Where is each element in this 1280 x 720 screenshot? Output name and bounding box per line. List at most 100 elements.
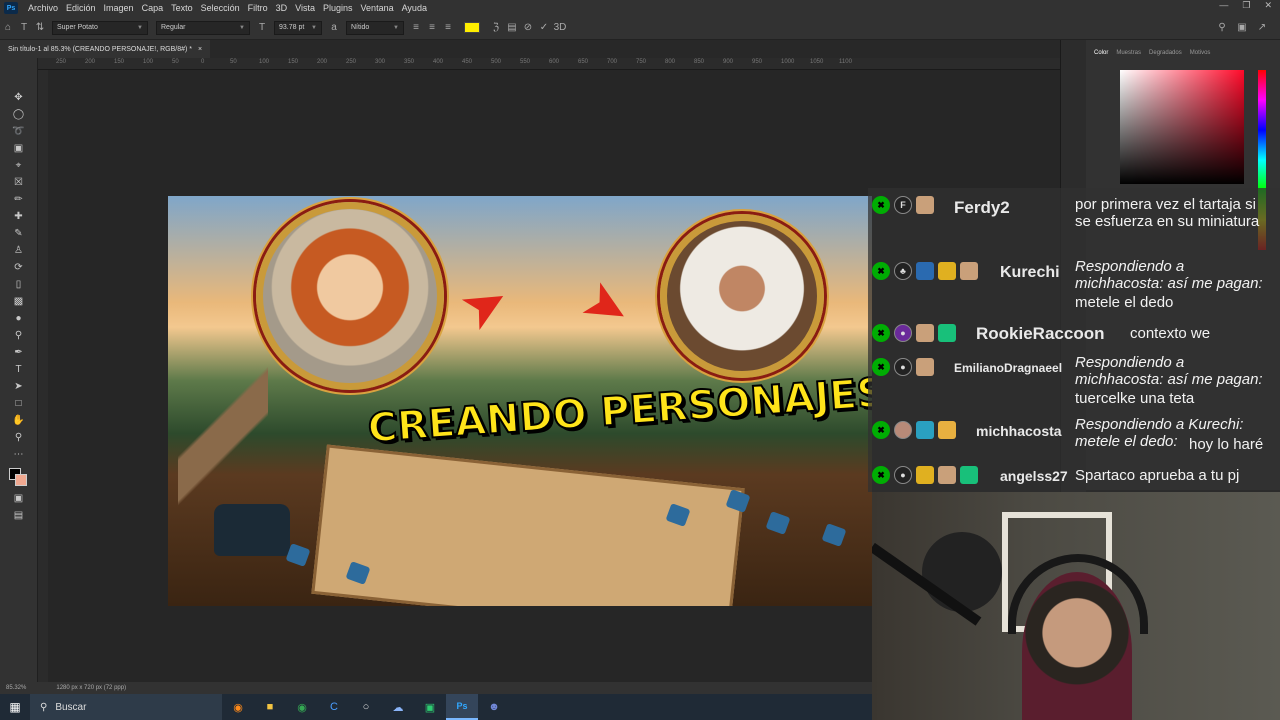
dice-icon <box>285 543 311 567</box>
vertical-ruler <box>38 70 48 682</box>
file-explorer-icon[interactable]: ■ <box>254 694 286 720</box>
menu-imagen[interactable]: Imagen <box>100 3 138 13</box>
ruler-tick: 650 <box>578 59 589 65</box>
menu-plugins[interactable]: Plugins <box>319 3 357 13</box>
ruler-tick: 500 <box>491 59 502 65</box>
share-icon[interactable]: ↗ <box>1254 22 1270 33</box>
search-icon[interactable]: ⚲ <box>1214 22 1230 33</box>
eraser-tool-icon[interactable]: ▯ <box>11 277 27 291</box>
menu-filtro[interactable]: Filtro <box>244 3 272 13</box>
align-center-icon[interactable]: ≡ <box>424 22 440 33</box>
home-icon[interactable]: ⌂ <box>0 22 16 33</box>
move-tool-icon[interactable]: ✥ <box>11 90 27 104</box>
blur-tool-icon[interactable]: ● <box>11 311 27 325</box>
maximize-icon[interactable]: ❐ <box>1242 0 1250 11</box>
history-brush-tool-icon[interactable]: ⟳ <box>11 260 27 274</box>
workspace-icon[interactable]: ▣ <box>1234 22 1250 33</box>
document-tab[interactable]: Sin título-1 al 85.3% (CREANDO PERSONAJE… <box>0 40 211 58</box>
menu-ayuda[interactable]: Ayuda <box>398 3 431 13</box>
dodge-tool-icon[interactable]: ⚲ <box>11 328 27 342</box>
cancel-icon[interactable]: ⊘ <box>520 22 536 33</box>
crop-tool-icon[interactable]: ⌖ <box>11 158 27 172</box>
document-canvas[interactable]: ➤ ➤ CREANDO PERSONAJES! <box>168 196 872 606</box>
font-style-select[interactable]: Regular ▼ <box>156 20 250 35</box>
canvas-headline-text[interactable]: CREANDO PERSONAJES! <box>365 368 872 453</box>
discord-icon[interactable]: ☻ <box>478 694 510 720</box>
close-icon[interactable]: ✕ <box>1264 0 1272 11</box>
background-color[interactable] <box>14 474 27 486</box>
search-icon: ⚲ <box>40 701 48 713</box>
more-tools-icon[interactable]: ⋯ <box>11 447 27 461</box>
align-right-icon[interactable]: ≡ <box>440 22 456 33</box>
minimize-icon[interactable]: — <box>1219 0 1228 11</box>
moderator-badge-icon: ✖ <box>872 358 890 376</box>
brush-tool-icon[interactable]: ✎ <box>11 226 27 240</box>
chat-username: EmilianoDragnaeel <box>954 361 1063 375</box>
menu-3d[interactable]: 3D <box>272 3 292 13</box>
antialias-select[interactable]: Nítido ▼ <box>346 20 404 35</box>
crown-badge-icon <box>938 262 956 280</box>
pen-tool-icon[interactable]: ✒ <box>11 345 27 359</box>
menu-ventana[interactable]: Ventana <box>357 3 398 13</box>
menu-bar: Ps Archivo Edición Imagen Capa Texto Sel… <box>0 0 1280 16</box>
tab-color[interactable]: Color <box>1094 50 1108 56</box>
user-badge-icon: ● <box>894 358 912 376</box>
zoom-tool-icon[interactable]: ⚲ <box>11 430 27 444</box>
color-picker-field[interactable] <box>1120 70 1244 184</box>
windows-start-icon[interactable]: ▦ <box>0 694 30 720</box>
ruler-tick: 1100 <box>839 59 852 65</box>
wall-poster-image <box>922 532 1002 612</box>
ruler-tick: 250 <box>56 59 67 65</box>
text-color-swatch[interactable] <box>464 22 480 33</box>
text-orientation-icon[interactable]: ⇅ <box>32 22 48 33</box>
tab-degradados[interactable]: Degradados <box>1149 50 1182 56</box>
frame-tool-icon[interactable]: ☒ <box>11 175 27 189</box>
chrome-icon[interactable]: ◉ <box>286 694 318 720</box>
ruler-tick: 250 <box>346 59 357 65</box>
eyedropper-tool-icon[interactable]: ✏ <box>11 192 27 206</box>
rectangle-tool-icon[interactable]: □ <box>11 396 27 410</box>
menu-vista[interactable]: Vista <box>291 3 319 13</box>
tab-muestras[interactable]: Muestras <box>1116 50 1141 56</box>
dwarf-portrait-image <box>256 202 444 390</box>
firefox-icon[interactable]: ◉ <box>222 694 254 720</box>
tab-motivos[interactable]: Motivos <box>1190 50 1211 56</box>
chevron-down-icon: ▼ <box>311 24 317 31</box>
marquee-tool-icon[interactable]: ◯ <box>11 107 27 121</box>
screen-mode-icon[interactable]: ▤ <box>11 508 27 522</box>
type-tool-icon[interactable]: T <box>11 362 27 376</box>
menu-edicion[interactable]: Edición <box>62 3 100 13</box>
taskbar-search[interactable]: ⚲ Buscar <box>30 694 222 720</box>
menu-seleccion[interactable]: Selección <box>197 3 244 13</box>
quick-mask-icon[interactable]: ▣ <box>11 491 27 505</box>
color-swatches[interactable] <box>8 468 29 488</box>
menu-texto[interactable]: Texto <box>167 3 197 13</box>
close-tab-icon[interactable]: × <box>198 46 202 53</box>
ruler-tick: 0 <box>201 59 205 65</box>
healing-brush-tool-icon[interactable]: ✚ <box>11 209 27 223</box>
app-icon[interactable]: ▣ <box>414 694 446 720</box>
steam-icon[interactable]: ☁ <box>382 694 414 720</box>
path-select-tool-icon[interactable]: ➤ <box>11 379 27 393</box>
font-size-select[interactable]: 93.78 pt ▼ <box>274 20 322 35</box>
ccleaner-icon[interactable]: C <box>318 694 350 720</box>
zoom-level[interactable]: 85.32% <box>6 685 26 691</box>
align-left-icon[interactable]: ≡ <box>408 22 424 33</box>
hand-tool-icon[interactable]: ✋ <box>11 413 27 427</box>
object-select-tool-icon[interactable]: ▣ <box>11 141 27 155</box>
warp-text-icon[interactable]: ℨ <box>488 22 504 33</box>
type-tool-icon[interactable]: T <box>16 22 32 33</box>
stamp-tool-icon[interactable]: ♙ <box>11 243 27 257</box>
lasso-tool-icon[interactable]: ➰ <box>11 124 27 138</box>
gradient-tool-icon[interactable]: ▩ <box>11 294 27 308</box>
character-panel-icon[interactable]: ▤ <box>504 22 520 33</box>
font-family-select[interactable]: Super Potato ▼ <box>52 20 148 35</box>
menu-capa[interactable]: Capa <box>138 3 168 13</box>
menu-archivo[interactable]: Archivo <box>24 3 62 13</box>
commit-icon[interactable]: ✓ <box>536 22 552 33</box>
3d-icon[interactable]: 3D <box>552 22 568 33</box>
chat-username: Kurechi <box>1000 264 1060 281</box>
antialias-icon: a <box>331 22 337 33</box>
photoshop-taskbar-icon[interactable]: Ps <box>446 694 478 720</box>
obs-icon[interactable]: ○ <box>350 694 382 720</box>
